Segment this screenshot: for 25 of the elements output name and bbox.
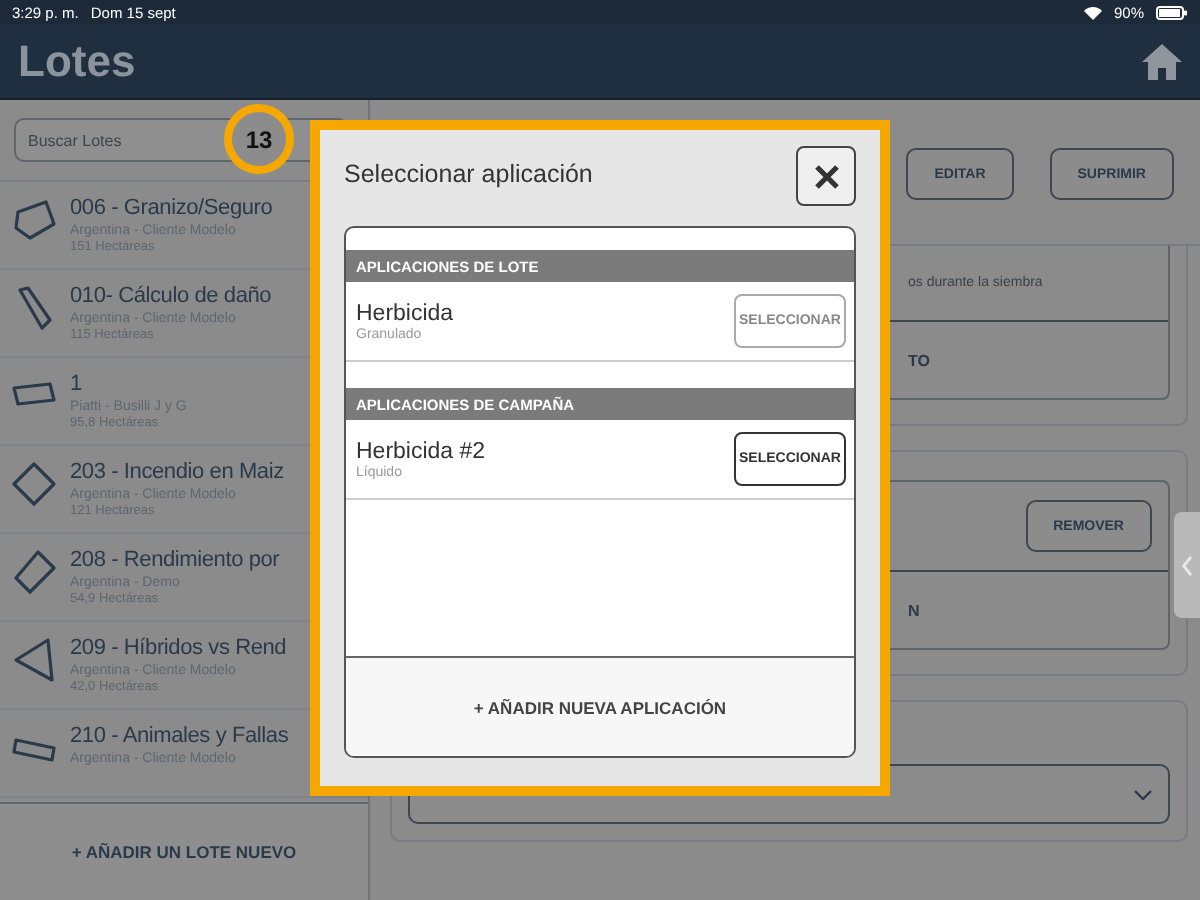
- lote-name: 209 - Híbridos vs Rend: [70, 636, 287, 660]
- lote-name: 208 - Rendimiento por: [70, 548, 280, 572]
- wifi-icon: [1083, 5, 1102, 19]
- add-application-button[interactable]: + AÑADIR NUEVA APLICACIÓN: [346, 656, 854, 756]
- field-shape-icon: [10, 548, 58, 596]
- page-title: Lotes: [18, 35, 136, 87]
- chevron-left-icon: [1182, 555, 1192, 575]
- card-row-label: N: [908, 601, 920, 619]
- lote-name: 1: [70, 372, 84, 396]
- home-icon[interactable]: [1140, 41, 1184, 81]
- lote-name: 203 - Incendio en Maiz: [70, 460, 284, 484]
- modal-title: Seleccionar aplicación: [344, 160, 593, 188]
- lote-name: 010- Cálculo de daño: [70, 284, 272, 308]
- field-shape-icon: [10, 460, 58, 508]
- lote-name: 210 - Animales y Fallas: [70, 724, 289, 748]
- battery-icon: [1156, 5, 1188, 19]
- field-shape-icon: [10, 636, 58, 684]
- field-shape-icon: [10, 196, 58, 244]
- close-button[interactable]: [796, 146, 856, 206]
- chevron-down-icon: [1134, 789, 1152, 799]
- card-row-label: TO: [908, 351, 930, 369]
- count-badge: 13: [224, 104, 294, 174]
- close-icon: [813, 163, 839, 189]
- lote-name: 006 - Granizo/Seguro: [70, 196, 273, 220]
- side-drawer-handle[interactable]: [1174, 512, 1200, 618]
